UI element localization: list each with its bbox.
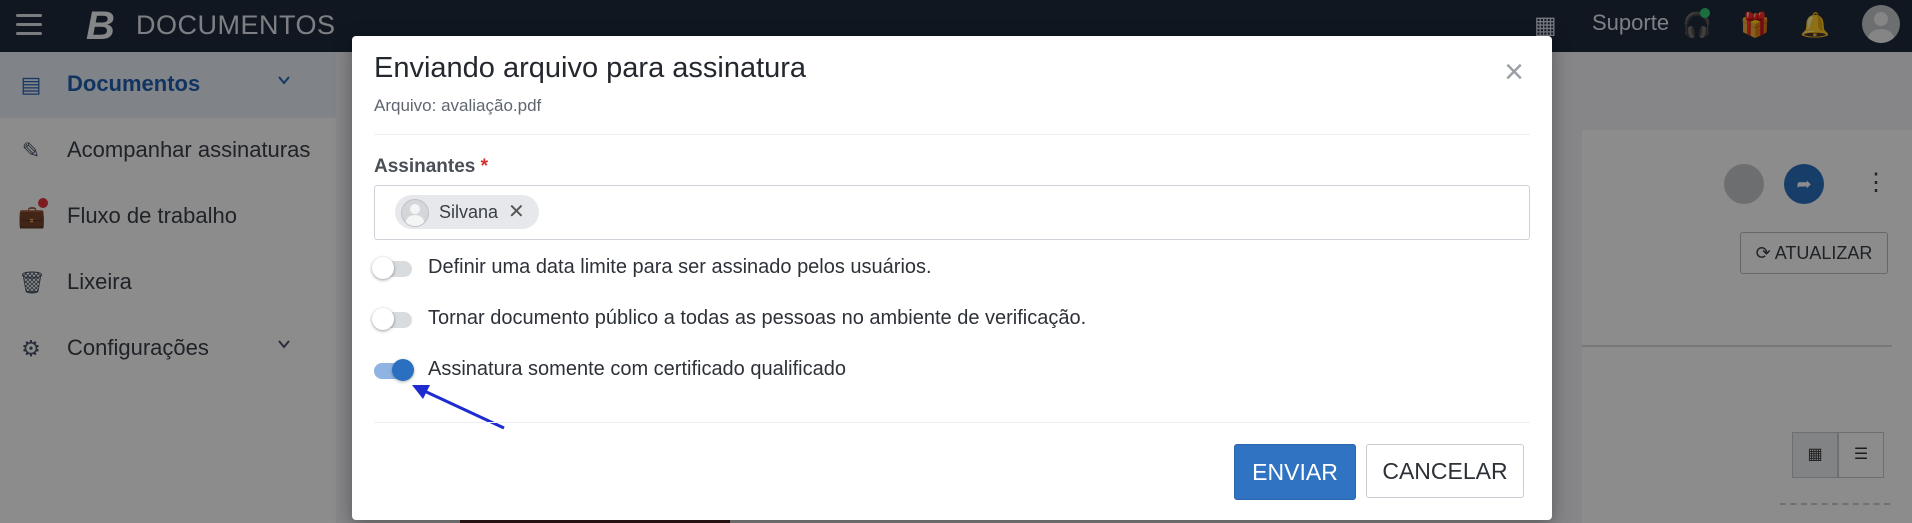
dialog-file-name: Arquivo: avaliação.pdf bbox=[374, 96, 542, 115]
remove-chip-icon[interactable]: ✕ bbox=[508, 201, 525, 223]
toggle-knob bbox=[372, 308, 394, 330]
toggle-knob bbox=[372, 257, 394, 279]
signer-name: Silvana bbox=[439, 202, 499, 222]
close-icon[interactable]: × bbox=[1494, 52, 1534, 92]
send-button[interactable]: ENVIAR bbox=[1234, 444, 1356, 500]
deadline-option-label: Definir uma data limite para ser assinad… bbox=[428, 256, 932, 278]
dialog-title: Enviando arquivo para assinatura bbox=[374, 52, 807, 84]
divider bbox=[374, 422, 1530, 423]
required-asterisk: * bbox=[480, 156, 489, 177]
signer-chip: Silvana ✕ bbox=[395, 195, 539, 229]
divider bbox=[374, 134, 1530, 135]
toggle-knob bbox=[392, 359, 414, 381]
annotation-arrow-icon bbox=[412, 385, 505, 430]
public-document-toggle[interactable] bbox=[372, 308, 412, 330]
deadline-toggle[interactable] bbox=[372, 257, 412, 279]
send-for-signature-dialog: Enviando arquivo para assinatura Arquivo… bbox=[352, 36, 1552, 520]
public-document-option-label: Tornar documento público a todas as pess… bbox=[428, 307, 1087, 329]
signers-input[interactable]: Silvana ✕ bbox=[374, 185, 1530, 240]
cancel-button[interactable]: CANCELAR bbox=[1366, 444, 1524, 498]
avatar bbox=[401, 199, 429, 227]
qualified-certificate-toggle[interactable] bbox=[374, 359, 414, 381]
signers-label: Assinantes * bbox=[374, 156, 489, 177]
